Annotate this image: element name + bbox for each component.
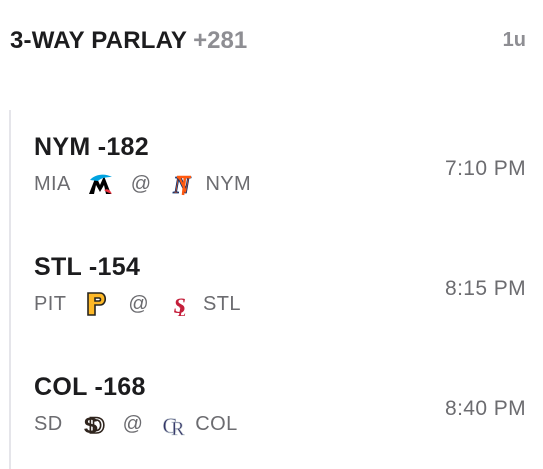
away-team: SD (34, 412, 63, 435)
mets-logo-icon: N (167, 169, 197, 199)
parlay-leg[interactable]: STL -154 PIT @ S L STL 8:15 PM (34, 253, 526, 329)
parlay-units: 1u (502, 29, 526, 51)
parlay-leg[interactable]: NYM -182 MIA @ N NYM 7:10 PM (34, 133, 526, 209)
svg-text:R: R (171, 418, 185, 439)
marlins-logo-icon (85, 169, 115, 199)
away-team: PIT (34, 292, 67, 315)
leg-matchup: SD S D @ C R COL (34, 409, 238, 439)
parlay-title: 3-WAY PARLAY (10, 27, 188, 54)
home-team: STL (203, 292, 241, 315)
at-symbol: @ (128, 292, 150, 315)
home-team: NYM (205, 172, 252, 195)
at-symbol: @ (122, 412, 144, 435)
leg-matchup: MIA @ N NYM (34, 169, 252, 200)
parlay-odds: +281 (193, 27, 248, 54)
svg-text:D: D (88, 413, 104, 438)
svg-text:L: L (177, 304, 186, 319)
padres-logo-icon: S D (79, 409, 109, 439)
cardinals-logo-icon: S L (165, 289, 195, 319)
game-time: 7:10 PM (444, 157, 526, 180)
home-team: COL (195, 412, 238, 435)
leg-matchup: PIT @ S L STL (34, 289, 241, 319)
game-time: 8:40 PM (444, 397, 526, 420)
parlay-header: 3-WAY PARLAY +281 1u (10, 27, 526, 57)
pirates-logo-icon (82, 289, 112, 319)
at-symbol: @ (130, 172, 152, 195)
legs-rail (9, 110, 11, 469)
away-team: MIA (34, 172, 71, 195)
rockies-logo-icon: C R (159, 409, 189, 439)
game-time: 8:15 PM (444, 277, 526, 300)
parlay-leg[interactable]: COL -168 SD S D @ C R COL 8:40 PM (34, 373, 526, 449)
